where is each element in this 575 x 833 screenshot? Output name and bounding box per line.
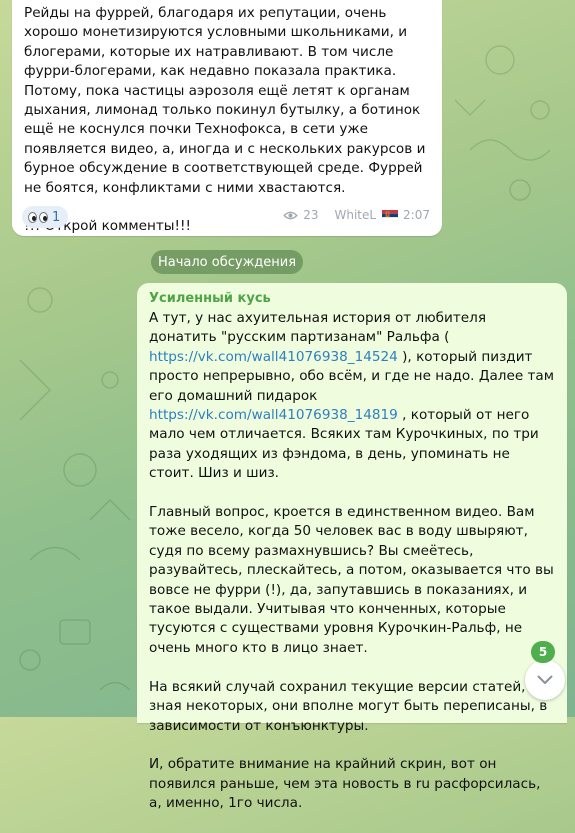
comment-paragraph: А тут, у нас ахуительная история от люби… [149, 309, 555, 484]
comment-paragraph: И, обратите внимание на крайний скрин, в… [149, 755, 555, 813]
divider-label: Начало обсуждения [157, 254, 297, 270]
comment-text: А тут, у нас ахуительная история от люби… [149, 310, 487, 346]
views-eye-icon [283, 211, 298, 219]
comment-author[interactable]: Усиленный кусь [149, 291, 271, 306]
views-count: 23 [303, 208, 319, 222]
comment-paragraph: На всякий случай сохранил текущие версии… [149, 678, 555, 736]
unread-count-badge: 5 [531, 641, 555, 663]
channel-post-bubble: Рейды на фуррей, благодаря их репутации,… [12, 0, 442, 236]
comment-paragraph: Главный вопрос, кроется в единственном в… [149, 503, 555, 658]
vk-link[interactable]: https://vk.com/wall41076938_14819 [149, 407, 398, 423]
reaction-chip[interactable]: 1 [22, 206, 69, 228]
post-meta: 23 WhiteL 2:07 [283, 208, 430, 222]
comment-bubble: Усиленный кусь А тут, у нас ахуительная … [137, 283, 567, 811]
chevron-down-icon [537, 675, 553, 684]
author-signature: WhiteL [334, 208, 377, 222]
comment-text: Главный вопрос, кроется в единственном в… [149, 504, 554, 656]
discussion-start-divider: Начало обсуждения [151, 250, 303, 274]
serbia-flag-icon [382, 209, 399, 221]
comment-body: А тут, у нас ахуительная история от люби… [149, 309, 555, 833]
scroll-down-button[interactable] [525, 660, 565, 700]
comment-text: И, обратите внимание на крайний скрин, в… [149, 756, 541, 812]
post-time: 2:07 [403, 208, 430, 222]
vk-link[interactable]: https://vk.com/wall41076938_14524 [149, 349, 398, 365]
comment-text: На всякий случай сохранил текущие версии… [149, 678, 555, 734]
channel-post-text: Рейды на фуррей, благодаря их репутации,… [24, 5, 426, 235]
reaction-count: 1 [52, 209, 61, 225]
eyes-icon [28, 211, 48, 223]
